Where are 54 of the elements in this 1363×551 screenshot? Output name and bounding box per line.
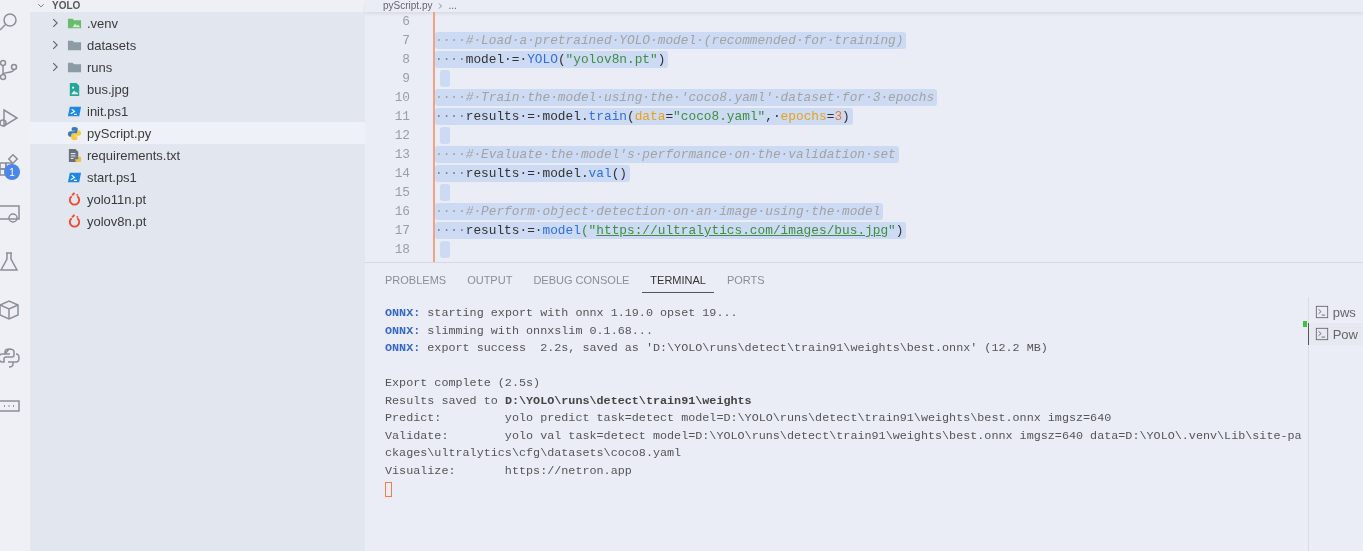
terminal-icon: [1314, 327, 1329, 341]
line-number: 15: [393, 184, 410, 202]
terminal-line: Export complete (2.5s): [385, 375, 542, 392]
flame-ring-icon: [67, 213, 82, 229]
breadcrumb-item[interactable]: ...: [448, 0, 457, 12]
line-number: 10: [393, 89, 410, 107]
file-tree-item[interactable]: requirements.txt: [30, 144, 365, 166]
file-tree-item[interactable]: .venv: [30, 12, 365, 34]
file-tree-item[interactable]: yolo11n.pt: [30, 188, 365, 210]
file-tree-item[interactable]: datasets: [30, 34, 365, 56]
file-tree-item[interactable]: bus.jpg: [30, 78, 365, 100]
terminal-line: ONNX: slimming with onnxslim 0.1.68...: [385, 322, 654, 340]
file-tree-item[interactable]: runs: [30, 56, 365, 78]
document-icon: [67, 147, 82, 163]
line-number: 8: [401, 51, 410, 69]
flame-ring-icon: [67, 191, 82, 207]
package-icon[interactable]: [0, 298, 21, 322]
flask-icon[interactable]: [0, 250, 21, 274]
file-tree-item[interactable]: yolov8n.pt: [30, 210, 365, 232]
terminal-line: Results saved to D:\YOLO\runs\detect\train91\weights: [385, 392, 753, 410]
terminal-line: Visualize: https://netron.app: [385, 462, 633, 480]
line-number: 17: [393, 222, 410, 240]
line-number: 13: [393, 146, 410, 164]
line-number: 6: [401, 13, 410, 31]
snake-file-icon: [67, 125, 82, 141]
line-number: 11: [393, 108, 410, 126]
terminal-line: Predict: yolo predict task=detect model=D:\YOLO\runs\detect\train91\weights\best.onnx imgsz=640: [385, 410, 1113, 427]
chevron-right-icon: [436, 2, 445, 10]
file-tree-item[interactable]: pyScript.py: [30, 122, 365, 144]
terminal-list-item[interactable]: Pow: [1307, 323, 1363, 345]
terminal-icon: [1314, 305, 1329, 319]
file-tree-item[interactable]: start.ps1: [30, 166, 365, 188]
snake-icon[interactable]: [0, 346, 21, 370]
extensions-icon[interactable]: [0, 154, 21, 178]
terminal-line: ONNX: starting export with onnx 1.19.0 opset 19...: [385, 305, 739, 322]
line-number: 16: [393, 203, 410, 221]
terminal-line: Validate: yolo val task=detect model=D:\YOLO\runs\detect\train91\weights\best.onnx imgsz=640 data=D:\YOLO\.venv\Lib\site-pa: [385, 427, 1302, 445]
folder-title[interactable]: YOLO: [52, 0, 81, 12]
line-number: 14: [393, 165, 410, 183]
breadcrumb-item[interactable]: pyScript.py: [383, 0, 433, 12]
file-tree-item[interactable]: init.ps1: [30, 100, 365, 122]
terminal-list-item[interactable]: pws: [1307, 301, 1362, 323]
line-number: 12: [393, 127, 410, 145]
notification-badge: 1: [4, 164, 20, 180]
line-number: 7: [401, 32, 410, 50]
panel-tab[interactable]: TERMINAL: [642, 267, 714, 293]
line-number: 9: [401, 70, 410, 88]
image-file-icon: [67, 81, 82, 97]
remote-monitor-icon[interactable]: [0, 202, 21, 226]
line-number: 18: [393, 241, 410, 259]
status-marker: [1302, 321, 1307, 327]
run-debug-icon[interactable]: [0, 106, 21, 130]
terminal-line: ckages\ultralytics\cfg\datasets\coco8.yaml: [385, 445, 683, 462]
terminal-line: ONNX: export success 2.2s, saved as 'D:\YOLO\runs\detect\train91\weights\best.onnx' (12.2 MB): [385, 340, 1049, 357]
